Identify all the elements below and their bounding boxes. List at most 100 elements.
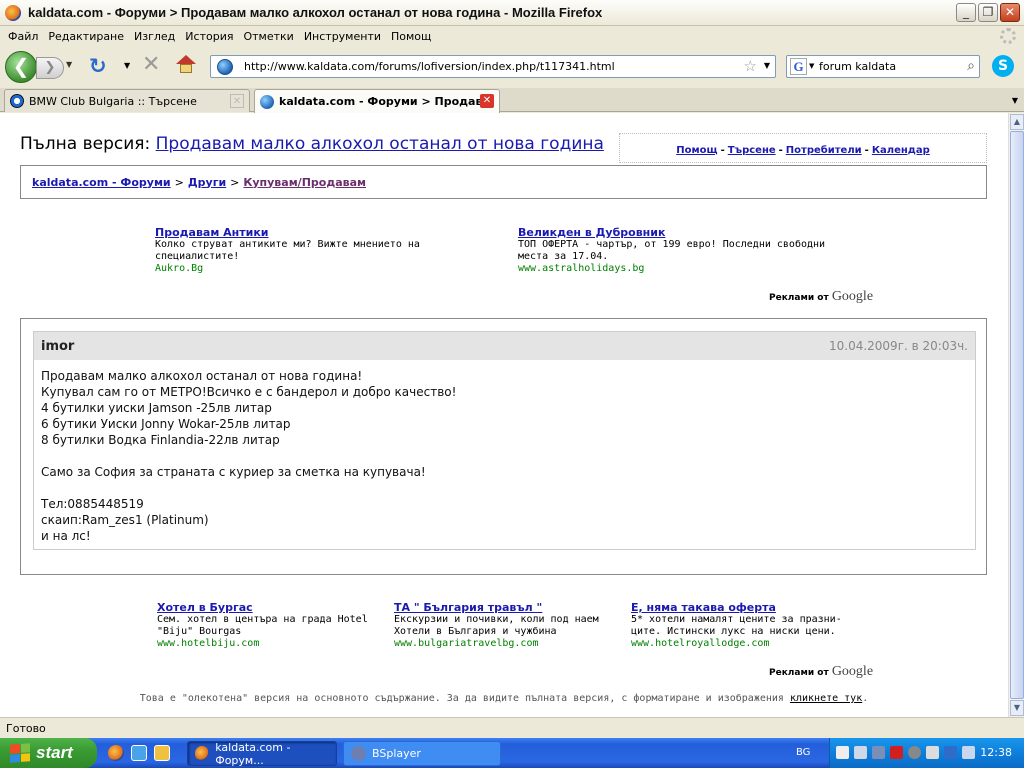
tab-close-icon[interactable]: ✕ — [480, 94, 494, 108]
tab-list-dropdown-icon[interactable]: ▼ — [1012, 96, 1018, 105]
ad-description: Екскурзии и почивки, коли под наем Хотел… — [394, 614, 599, 637]
ad-title[interactable]: ТА " България травъл " — [394, 602, 614, 614]
history-dropdown-icon[interactable]: ▼ — [66, 60, 72, 69]
calendar-link[interactable]: Календар — [872, 145, 930, 156]
home-button[interactable] — [176, 55, 196, 75]
clock[interactable]: 12:38 — [980, 746, 1012, 759]
tab-bar: BMW Club Bulgaria :: Търсене ✕ kaldata.c… — [0, 88, 1024, 113]
tab-kaldata[interactable]: kaldata.com - Форуми > Продав... ✕ — [254, 89, 500, 113]
google-logo: Google — [831, 289, 874, 304]
google-engine-icon[interactable]: G — [790, 58, 807, 75]
menu-help[interactable]: Помощ — [386, 30, 436, 43]
ad-title[interactable]: Великден в Дубровник — [518, 227, 848, 239]
start-button[interactable]: start — [0, 738, 97, 768]
menu-tools[interactable]: Инструменти — [299, 30, 386, 43]
reload-dropdown-icon[interactable]: ▼ — [124, 61, 130, 70]
reload-button[interactable]: ↻ — [89, 56, 107, 77]
url-text[interactable]: http://www.kaldata.com/forums/lofiversio… — [244, 60, 615, 73]
url-bar[interactable]: http://www.kaldata.com/forums/lofiversio… — [210, 55, 776, 78]
ad-block[interactable]: ТА " България травъл " Екскурзии и почив… — [394, 602, 614, 650]
engine-dropdown-icon[interactable]: ▼ — [809, 62, 814, 70]
home-icon-body — [180, 64, 192, 73]
task-label: BSplayer — [372, 747, 421, 760]
volume-icon[interactable] — [962, 746, 975, 759]
search-bar[interactable]: G ▼ forum kaldata ⌕ — [786, 55, 980, 78]
top-links: Помощ - Търсене - Потребители - Календар — [619, 133, 987, 163]
bookmark-star-icon[interactable]: ☆ — [744, 57, 757, 75]
tray-network-icon[interactable] — [854, 746, 867, 759]
firefox-task-icon — [195, 746, 210, 761]
windows-logo-icon — [10, 743, 30, 763]
menu-history[interactable]: История — [180, 30, 238, 43]
tray-bluetooth-icon[interactable] — [944, 746, 957, 759]
home-icon-roof — [176, 55, 196, 64]
ad-url[interactable]: www.bulgariatravelbg.com — [394, 638, 614, 650]
ad-description: ТОП ОФЕРТА - чартър, от 199 евро! Послед… — [518, 239, 826, 262]
tray-app-icon[interactable] — [836, 746, 849, 759]
help-link[interactable]: Помощ — [676, 145, 717, 156]
members-link[interactable]: Потребители — [786, 145, 862, 156]
ads-by-google[interactable]: Реклами от Google — [769, 664, 873, 680]
breadcrumb-buy-sell[interactable]: Купувам/Продавам — [243, 176, 366, 189]
scroll-up-arrow-icon[interactable]: ▲ — [1010, 114, 1024, 130]
tray-kaspersky-icon[interactable] — [890, 746, 903, 759]
ie-quicklaunch-icon[interactable] — [131, 745, 147, 761]
tab-close-icon[interactable]: ✕ — [230, 94, 244, 108]
ad-title[interactable]: Е, няма такава оферта — [631, 602, 856, 614]
scroll-thumb[interactable] — [1010, 131, 1024, 699]
ad-url[interactable]: www.astralholidays.bg — [518, 263, 848, 275]
post-line: 6 бутики Уиски Jonny Wokar-25лв литар — [41, 417, 291, 431]
post-author: imor — [41, 338, 75, 354]
language-indicator[interactable]: BG — [796, 747, 810, 758]
menu-view[interactable]: Изглед — [129, 30, 180, 43]
close-button[interactable]: ✕ — [1000, 3, 1020, 22]
search-input[interactable]: forum kaldata — [819, 60, 896, 73]
post-line: 8 бутилки Водка Finlandia-22лв литар — [41, 433, 280, 447]
ad-title[interactable]: Хотел в Бургас — [157, 602, 377, 614]
lofi-note-text: Това е "олекотена" версия на основното с… — [139, 693, 784, 704]
ad-block[interactable]: Продавам Антики Колко струват антиките м… — [155, 227, 455, 275]
firefox-icon — [5, 4, 21, 21]
search-icon[interactable]: ⌕ — [967, 58, 975, 74]
skype-icon[interactable]: S — [992, 55, 1014, 77]
ad-url[interactable]: Aukro.Bg — [155, 263, 455, 275]
search-link[interactable]: Търсене — [728, 145, 776, 156]
ad-title[interactable]: Продавам Антики — [155, 227, 455, 239]
task-bsplayer[interactable]: BSplayer — [343, 741, 501, 766]
tray-utility-icon[interactable] — [926, 746, 939, 759]
breadcrumb-forums[interactable]: kaldata.com - Форуми — [32, 176, 171, 189]
post-line: Продавам малко алкохол останал от нова г… — [41, 369, 363, 383]
tab-bmw-club[interactable]: BMW Club Bulgaria :: Търсене ✕ — [4, 89, 250, 112]
scroll-down-arrow-icon[interactable]: ▼ — [1010, 700, 1024, 716]
maximize-button[interactable]: ❐ — [978, 3, 998, 22]
full-version-label: Пълна версия: — [20, 134, 151, 154]
task-firefox[interactable]: kaldata.com - Форум... — [187, 741, 337, 767]
ad-url[interactable]: www.hotelroyallodge.com — [631, 638, 856, 650]
stop-button[interactable]: ✕ — [142, 54, 160, 76]
breadcrumb-other[interactable]: Други — [188, 176, 226, 189]
minimize-button[interactable]: _ — [956, 3, 976, 22]
media-quicklaunch-icon[interactable] — [154, 745, 170, 761]
ad-block[interactable]: Хотел в Бургас Сем. хотел в центъра на г… — [157, 602, 377, 650]
post-line: Купувал сам го от МЕТРО!Всичко е с банде… — [41, 385, 457, 399]
forward-button[interactable]: ❯ — [36, 57, 64, 79]
menu-file[interactable]: Файл — [3, 30, 43, 43]
full-version-link[interactable]: кликнете тук — [790, 693, 862, 704]
topic-title-link[interactable]: Продавам малко алкохол останал от нова г… — [156, 134, 604, 154]
ads-by-google[interactable]: Реклами от Google — [769, 289, 873, 305]
window-titlebar[interactable]: kaldata.com - Форуми > Продавам малко ал… — [0, 0, 1024, 26]
ad-block[interactable]: Е, няма такава оферта 5* хотели намалят … — [631, 602, 856, 650]
ad-block[interactable]: Великден в Дубровник ТОП ОФЕРТА - чартър… — [518, 227, 848, 275]
tray-disk-icon[interactable] — [908, 746, 921, 759]
back-button[interactable]: ❮ — [5, 51, 37, 83]
ads-by-label: Реклами от — [769, 668, 829, 678]
vertical-scrollbar[interactable]: ▲ ▼ — [1008, 113, 1024, 717]
post-line-blank — [41, 448, 968, 464]
menu-bookmarks[interactable]: Отметки — [238, 30, 298, 43]
site-globe-icon[interactable] — [217, 59, 233, 75]
firefox-quicklaunch-icon[interactable] — [108, 745, 124, 761]
url-dropdown-icon[interactable]: ▼ — [764, 61, 770, 70]
ad-url[interactable]: www.hotelbiju.com — [157, 638, 377, 650]
menu-edit[interactable]: Редактиране — [43, 30, 129, 43]
tray-monitor-icon[interactable] — [872, 746, 885, 759]
